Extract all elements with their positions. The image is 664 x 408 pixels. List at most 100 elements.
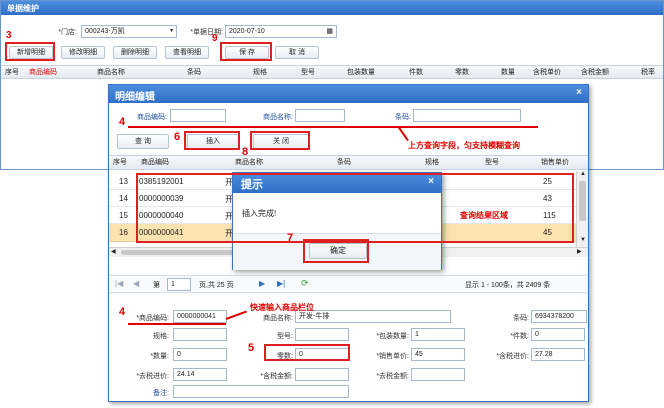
date-field[interactable]: 2020-07-10 ▦ <box>225 25 337 38</box>
dlg-col-name: 商品名称 <box>235 159 263 166</box>
row-no: 13 <box>119 177 128 186</box>
scroll-left-icon[interactable]: ◀ <box>111 248 116 255</box>
annotation-quick-hint: 快速输入商品栏位 <box>250 303 314 312</box>
detail-code-label: *商品编码: <box>136 315 169 322</box>
search-name-label: 商品名称: <box>263 114 293 121</box>
detail-pieces-input[interactable]: 0 <box>531 328 585 341</box>
detail-notaxamt-input[interactable] <box>411 368 465 381</box>
query-button[interactable]: 查 询 <box>117 134 169 149</box>
detail-notaxprice-input[interactable]: 24.14 <box>173 368 227 381</box>
detail-taxprice-input[interactable]: 27.28 <box>531 348 585 361</box>
edit-detail-button[interactable]: 修改明细 <box>61 46 105 59</box>
annotation-box-insert <box>184 131 240 150</box>
detail-name-input[interactable]: 开发-牛排 <box>295 310 451 323</box>
detail-notaxprice-label: *去税进价: <box>136 373 169 380</box>
annotation-underline-search <box>128 126 538 128</box>
main-col-pack: 包装数量 <box>347 69 375 76</box>
last-page-icon[interactable]: ▶| <box>277 279 285 288</box>
dlg-col-code: 商品编码 <box>141 159 169 166</box>
main-col-model: 型号 <box>301 69 315 76</box>
detail-barcode-input[interactable]: 6934378200 <box>531 310 587 323</box>
detail-qty-input[interactable]: 0 <box>173 348 227 361</box>
store-label: *门店: <box>58 29 77 36</box>
view-detail-button[interactable]: 查看明细 <box>165 46 209 59</box>
detail-pack-value: 1 <box>415 331 419 338</box>
detail-taxprice-label: *含税进价: <box>496 353 529 360</box>
main-title-bar: 单据维护 <box>1 1 663 15</box>
row-no: 16 <box>119 228 128 237</box>
annotation-box-close <box>250 131 310 150</box>
detail-notaxamt-label: *去税金额: <box>376 373 409 380</box>
search-name-input[interactable] <box>295 109 345 122</box>
scroll-down-icon[interactable]: ▼ <box>580 237 586 243</box>
annotation-box-ok <box>303 239 369 263</box>
annotation-8: 8 <box>242 146 249 158</box>
detail-note-input[interactable] <box>173 385 349 398</box>
search-barcode-label: 条码: <box>395 114 411 121</box>
pager: |◀ ◀ 第 1 页,共 25 页 ▶ ▶| ⟳ 显示 1 - 100条，共 2… <box>109 275 588 293</box>
detail-taxprice-value: 27.28 <box>535 351 553 358</box>
main-col-spec: 规格 <box>253 69 267 76</box>
detail-barcode-label: 条码: <box>513 315 529 322</box>
query-label: 查 询 <box>135 138 151 145</box>
search-code-input[interactable] <box>170 109 226 122</box>
prev-page-icon[interactable]: ◀ <box>133 279 139 288</box>
detail-price-input[interactable]: 45 <box>411 348 465 361</box>
detail-pack-label: *包装数量: <box>376 333 409 340</box>
detail-code-value: 0000000041 <box>177 313 216 320</box>
annotation-6: 6 <box>174 131 181 143</box>
pager-info: 显示 1 - 100条，共 2409 条 <box>465 282 551 289</box>
dialog-title-bar: 明细编辑 × <box>109 85 588 103</box>
annotation-search-hint: 上方查询字段，匀支持模糊查询 <box>408 141 520 150</box>
detail-barcode-value: 6934378200 <box>535 313 574 320</box>
main-col-qty: 数量 <box>501 69 515 76</box>
scroll-up-icon[interactable]: ▲ <box>580 171 586 177</box>
annotation-7: 7 <box>287 232 294 244</box>
detail-name-label: 商品名称: <box>263 315 293 322</box>
store-value: 000243-万凯 <box>85 28 125 35</box>
main-col-loose: 零数 <box>455 69 469 76</box>
annotation-box-save <box>220 42 272 61</box>
main-col-code: 商品编码 <box>29 69 57 76</box>
dlg-col-price: 销售单价 <box>541 159 569 166</box>
vertical-scrollbar[interactable]: ▲ ▼ <box>576 171 588 247</box>
page-input[interactable]: 1 <box>167 278 191 291</box>
detail-name-value: 开发-牛排 <box>299 313 330 320</box>
first-page-icon[interactable]: |◀ <box>115 279 123 288</box>
scroll-thumb[interactable] <box>579 181 586 221</box>
annotation-box-add <box>5 42 55 61</box>
page-value: 1 <box>171 281 175 288</box>
main-col-taxamt: 含税金额 <box>581 69 609 76</box>
annotation-5: 5 <box>248 342 255 354</box>
detail-spec-input[interactable] <box>173 328 227 341</box>
next-page-icon[interactable]: ▶ <box>259 279 265 288</box>
dlg-col-barcode: 条码 <box>337 159 351 166</box>
annotation-4-top: 4 <box>119 116 126 128</box>
cancel-label: 取 消 <box>289 49 305 56</box>
store-select[interactable]: 000243-万凯 ▾ <box>81 25 177 38</box>
scroll-right-icon[interactable]: ▶ <box>577 248 582 255</box>
detail-model-input[interactable] <box>295 328 349 341</box>
annotation-9: 9 <box>212 33 218 44</box>
page-suffix: 页,共 25 页 <box>199 282 234 289</box>
dialog-title: 明细编辑 <box>115 92 155 103</box>
page-prefix: 第 <box>153 282 160 289</box>
delete-detail-button[interactable]: 删除明细 <box>113 46 157 59</box>
annotation-box-loose <box>264 344 350 361</box>
cancel-button[interactable]: 取 消 <box>275 46 319 59</box>
close-icon[interactable]: × <box>576 87 582 98</box>
calendar-icon[interactable]: ▦ <box>326 26 333 37</box>
edit-detail-label: 修改明细 <box>69 49 97 56</box>
detail-model-label: 型号: <box>277 333 293 340</box>
refresh-icon[interactable]: ⟳ <box>301 278 309 289</box>
annotation-underline-code <box>128 323 226 325</box>
dialog-table-header: 序号 商品编码 商品名称 条码 规格 型号 销售单价 <box>109 155 588 170</box>
detail-pack-input[interactable]: 1 <box>411 328 465 341</box>
main-col-taxrate: 税率 <box>641 69 655 76</box>
search-barcode-input[interactable] <box>413 109 521 122</box>
chevron-down-icon[interactable]: ▾ <box>170 26 173 37</box>
main-col-name: 商品名称 <box>97 69 125 76</box>
dlg-col-spec: 规格 <box>425 159 439 166</box>
detail-code-input[interactable]: 0000000041 <box>173 310 227 323</box>
detail-taxamt-input[interactable] <box>295 368 349 381</box>
